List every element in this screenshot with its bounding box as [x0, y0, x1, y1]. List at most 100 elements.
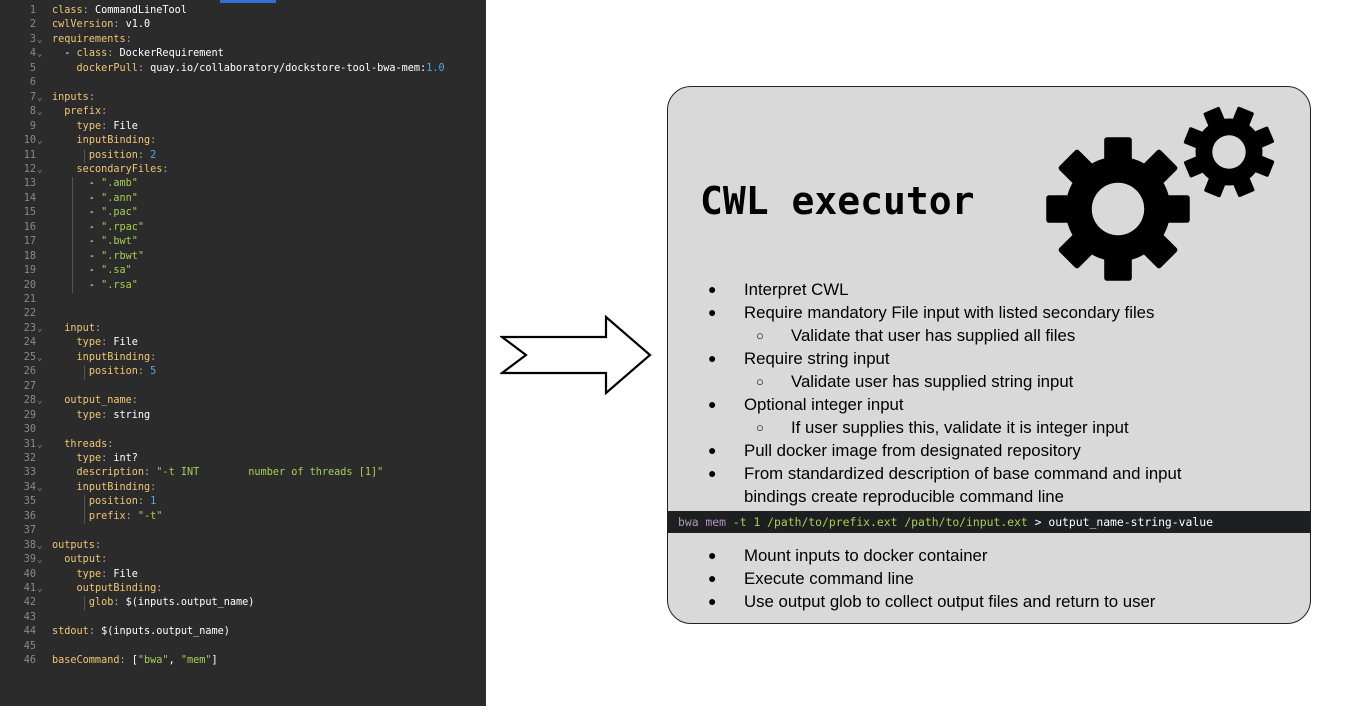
- code-text: type: File: [52, 120, 138, 134]
- code-token: :: [144, 467, 157, 479]
- code-token: :: [113, 19, 126, 31]
- code-token: input: [64, 322, 95, 334]
- code-token: File: [113, 568, 138, 580]
- fold-chevron-icon[interactable]: ⌄: [37, 351, 47, 365]
- line-number: 5: [29, 62, 36, 74]
- line-number: 8: [29, 106, 36, 118]
- code-token: 5: [150, 366, 157, 378]
- indent-guide: [84, 596, 85, 611]
- code-token: $(inputs.output_name): [125, 597, 255, 609]
- line-number: 25: [23, 351, 36, 363]
- code-token: :: [137, 366, 151, 378]
- code-line: 12 ⌄ secondaryFiles:: [0, 163, 486, 177]
- code-token: inputs: [52, 91, 89, 103]
- code-token: type: [76, 337, 102, 349]
- line-number: 46: [23, 655, 36, 667]
- code-token: ".pac": [101, 207, 138, 219]
- code-line: 35 position: 1: [0, 495, 486, 509]
- line-number: 27: [23, 380, 36, 392]
- code-text: - ".amb": [52, 177, 138, 191]
- code-token: :: [94, 322, 102, 334]
- code-token: secondaryFiles: [76, 163, 163, 175]
- line-number: 34: [23, 481, 36, 493]
- fold-chevron-icon[interactable]: ⌄: [37, 438, 47, 452]
- code-text: - ".ann": [52, 192, 138, 206]
- right-arrow-icon: [500, 315, 652, 395]
- code-text: - ".sa": [52, 264, 132, 278]
- code-token: :: [131, 395, 138, 407]
- code-text: secondaryFiles:: [52, 163, 169, 177]
- code-line: 36 prefix: "-t": [0, 510, 486, 524]
- code-text: - class: DockerRequirement: [52, 47, 224, 61]
- bullet-filled-icon: ●: [708, 281, 717, 297]
- code-token: :: [101, 568, 114, 580]
- code-text: inputBinding:: [52, 134, 157, 148]
- fold-chevron-icon[interactable]: ⌄: [37, 91, 47, 105]
- code-line: 46 baseCommand: ["bwa", "mem"]: [0, 654, 486, 668]
- executor-steps-top: ● Interpret CWL ● Require mandatory File in…: [668, 278, 1204, 508]
- code-token: prefix: [88, 510, 126, 522]
- line-number: 30: [23, 424, 36, 436]
- line-number: 43: [23, 611, 36, 623]
- fold-chevron-icon[interactable]: ⌄: [37, 481, 47, 495]
- fold-chevron-icon[interactable]: ⌄: [37, 163, 47, 177]
- line-number: 28: [23, 395, 36, 407]
- code-text: output_name:: [52, 394, 138, 408]
- fold-chevron-icon[interactable]: ⌄: [37, 394, 47, 408]
- code-text: type: File: [52, 568, 138, 582]
- fold-chevron-icon[interactable]: ⌄: [37, 105, 47, 119]
- line-number: 44: [23, 626, 36, 638]
- code-token: :: [101, 106, 108, 118]
- code-line: 43: [0, 611, 486, 625]
- code-line: 45: [0, 640, 486, 654]
- code-token: ".rpac": [101, 221, 145, 233]
- line-number: 10: [23, 135, 36, 147]
- line-number: 26: [23, 366, 36, 378]
- fold-chevron-icon[interactable]: ⌄: [37, 33, 47, 47]
- code-token: class: [76, 48, 108, 60]
- code-text: position: 1: [52, 495, 157, 509]
- code-token: ".bwt": [101, 236, 138, 248]
- code-token: "mem": [180, 655, 212, 667]
- editor-scroll-accent: [220, 0, 276, 3]
- line-number: 21: [23, 294, 36, 305]
- code-line: 29 type: string: [0, 409, 486, 423]
- bullet-filled-icon: ●: [708, 350, 717, 366]
- fold-chevron-icon[interactable]: ⌄: [37, 47, 47, 61]
- fold-chevron-icon[interactable]: ⌄: [37, 582, 47, 596]
- code-text: outputs:: [52, 539, 101, 553]
- code-text: dockerPull: quay.io/collaboratory/dockst…: [52, 62, 445, 76]
- code-text: outputBinding:: [52, 582, 163, 596]
- code-text: prefix: "-t": [52, 510, 163, 524]
- code-line: 21: [0, 293, 486, 307]
- code-token: File: [113, 120, 138, 132]
- fold-chevron-icon[interactable]: ⌄: [37, 539, 47, 553]
- code-token: ".ann": [101, 192, 138, 204]
- code-token: :: [101, 120, 114, 132]
- bullet-hollow-icon: ○: [756, 420, 764, 435]
- line-number: 45: [23, 640, 36, 652]
- code-token: :: [94, 539, 102, 551]
- code-token: :: [101, 409, 114, 421]
- fold-chevron-icon[interactable]: ⌄: [37, 134, 47, 148]
- line-number: 38: [23, 539, 36, 551]
- code-text: inputs:: [52, 91, 95, 105]
- line-number: 39: [23, 554, 36, 566]
- fold-chevron-icon[interactable]: ⌄: [37, 322, 47, 336]
- line-number: 18: [23, 250, 36, 262]
- executor-step: ● Execute command line: [668, 567, 1155, 590]
- line-number: 23: [23, 322, 36, 334]
- code-text: type: File: [52, 336, 138, 350]
- code-text: position: 5: [52, 365, 157, 379]
- code-token: :: [162, 163, 169, 175]
- fold-chevron-icon[interactable]: ⌄: [37, 553, 47, 567]
- code-token: class: [52, 5, 83, 16]
- executor-step-text: Validate user has supplied string input: [791, 372, 1074, 391]
- bullet-hollow-icon: ○: [756, 374, 764, 389]
- code-line: 7 ⌄ inputs:: [0, 91, 486, 105]
- code-token: 1.0: [426, 62, 445, 74]
- line-number: 36: [23, 510, 36, 522]
